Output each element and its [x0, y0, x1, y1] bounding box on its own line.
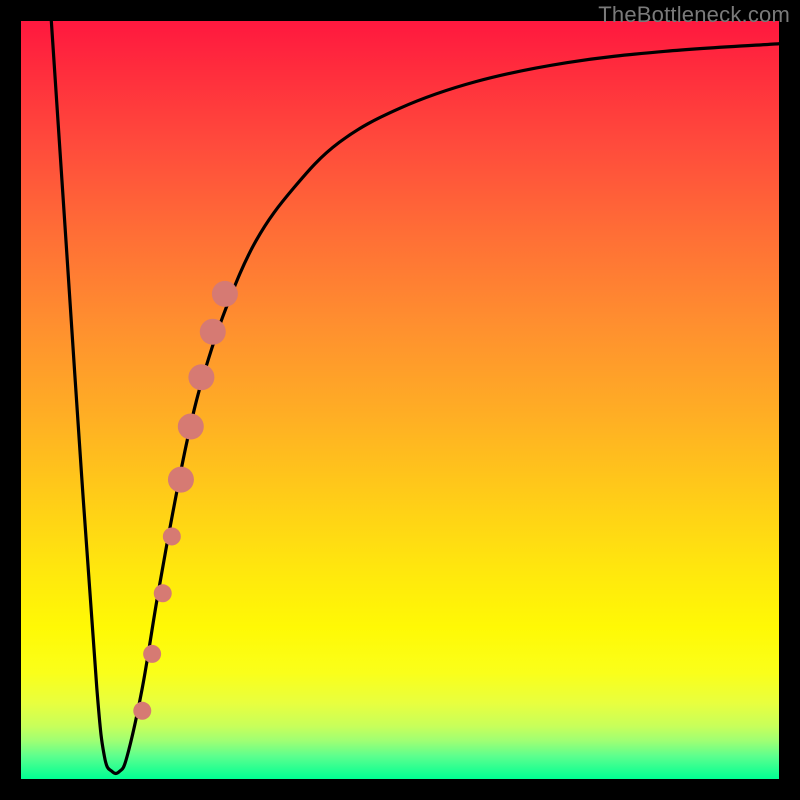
chart-svg [21, 21, 779, 779]
plot-area [21, 21, 779, 779]
curve-group [51, 21, 779, 773]
chart-frame: TheBottleneck.com [0, 0, 800, 800]
data-marker [188, 364, 214, 390]
data-marker [163, 527, 181, 545]
data-marker [200, 319, 226, 345]
data-marker [212, 281, 238, 307]
data-marker [133, 702, 151, 720]
bottleneck-curve [51, 21, 779, 773]
watermark-text: TheBottleneck.com [598, 2, 790, 28]
data-marker [168, 467, 194, 493]
data-marker [154, 584, 172, 602]
data-marker [143, 645, 161, 663]
marker-group [133, 281, 238, 720]
data-marker [178, 414, 204, 440]
